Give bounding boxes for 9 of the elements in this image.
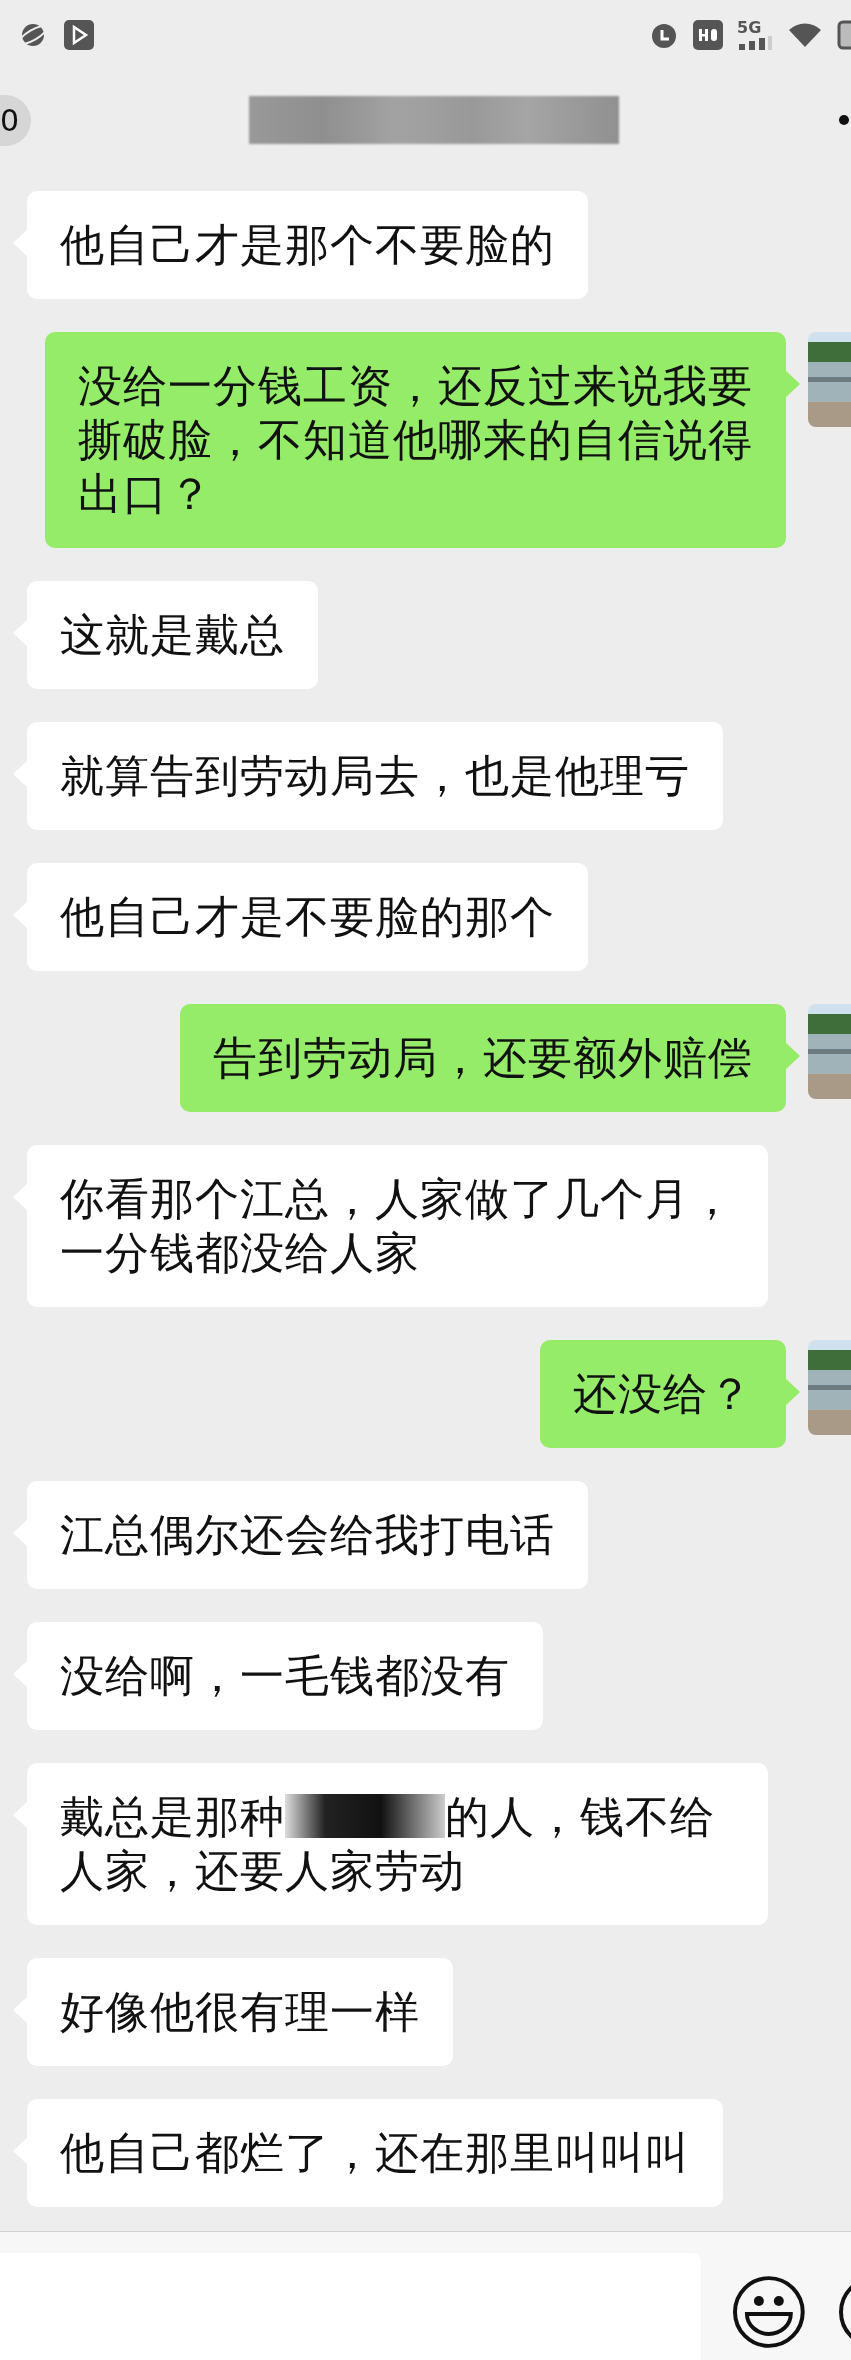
more-icon[interactable] — [837, 113, 851, 127]
wifi-icon — [787, 21, 823, 49]
emoji-icon[interactable] — [731, 2274, 808, 2350]
unread-badge[interactable]: 0 — [0, 94, 32, 146]
play-icon — [64, 20, 94, 50]
hd-icon — [693, 20, 723, 50]
signal-icon — [737, 36, 773, 50]
battery-icon — [837, 20, 851, 50]
network-label: 5G — [737, 20, 762, 36]
